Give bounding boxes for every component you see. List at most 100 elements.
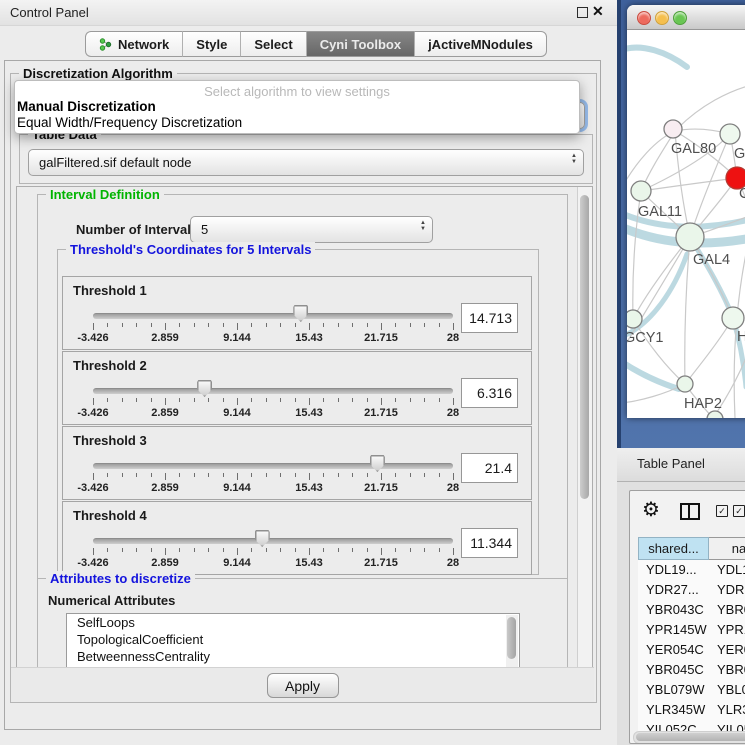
- network-edge[interactable]: [675, 82, 745, 131]
- tick-label: 9.144: [223, 332, 251, 344]
- control-panel-titlebar: Control Panel: [0, 0, 617, 26]
- attribute-item[interactable]: SelfLoops: [67, 614, 519, 631]
- tick-mark: [266, 548, 267, 552]
- table-horizontal-scrollbar[interactable]: [633, 731, 745, 744]
- apply-button[interactable]: Apply: [267, 673, 339, 698]
- network-edge[interactable]: [627, 361, 679, 389]
- num-intervals-combobox[interactable]: 5: [190, 216, 433, 243]
- network-canvas[interactable]: GAL80GACGAL11GAL4GCY1HHAP2: [627, 30, 745, 418]
- table-data-combobox[interactable]: galFiltered.sif default node: [28, 149, 584, 176]
- tab-network[interactable]: Network: [85, 31, 183, 57]
- table-row[interactable]: YBR043CYBR043C: [638, 600, 745, 620]
- numerical-attributes-list[interactable]: SelfLoopsTopologicalCoefficientBetweenne…: [66, 613, 520, 670]
- list-scrollbar-thumb[interactable]: [507, 617, 516, 659]
- attribute-item[interactable]: BetweennessCentrality: [67, 648, 519, 665]
- table-row[interactable]: YDL19...YDL19...: [638, 560, 745, 580]
- tick-mark: [410, 473, 411, 477]
- checkbox-icon[interactable]: [716, 505, 728, 517]
- tick-mark: [165, 398, 166, 405]
- table-horizontal-scrollbar-thumb[interactable]: [636, 733, 745, 741]
- close-traffic-light-icon[interactable]: [637, 11, 651, 25]
- tick-mark: [165, 473, 166, 480]
- cell-name: YBR045C: [709, 660, 745, 680]
- tick-mark: [439, 548, 440, 552]
- threshold-value-field[interactable]: 21.4: [461, 453, 518, 483]
- network-node[interactable]: [707, 411, 723, 418]
- threshold-slider-track[interactable]: [93, 388, 453, 394]
- algorithm-option[interactable]: Manual Discretization: [15, 99, 579, 115]
- threshold-slider-track[interactable]: [93, 538, 453, 544]
- tab-jactivemnodules[interactable]: jActiveMNodules: [415, 31, 547, 57]
- network-edge[interactable]: [627, 131, 675, 182]
- gear-icon[interactable]: [642, 497, 660, 522]
- network-node-hap2[interactable]: [677, 376, 693, 392]
- threshold-value-field[interactable]: 14.713: [461, 303, 518, 333]
- table-row[interactable]: YER054CYER054C: [638, 640, 745, 660]
- thresholds-group-label: Threshold's Coordinates for 5 Intervals: [66, 242, 315, 257]
- tick-mark: [309, 398, 310, 405]
- tick-mark: [208, 323, 209, 327]
- tab-select[interactable]: Select: [241, 31, 306, 57]
- node-label: C: [739, 186, 745, 202]
- columns-icon[interactable]: [680, 503, 700, 520]
- tick-mark: [280, 398, 281, 402]
- tick-mark: [208, 473, 209, 477]
- cell-name: YER054C: [709, 640, 745, 660]
- threshold-slider-thumb[interactable]: [370, 455, 385, 472]
- network-window[interactable]: GAL80GACGAL11GAL4GCY1HHAP2: [627, 5, 745, 418]
- attribute-item[interactable]: TopologicalCoefficient: [67, 631, 519, 648]
- cell-shared-name: YBR045C: [638, 660, 709, 680]
- column-header-name[interactable]: name: [709, 537, 745, 560]
- table-row[interactable]: YBR045CYBR045C: [638, 660, 745, 680]
- table-row[interactable]: YPR145WYPR145W: [638, 620, 745, 640]
- threshold-label: Threshold 2: [73, 358, 147, 373]
- network-edge[interactable]: [685, 318, 733, 384]
- table-row[interactable]: YDR27...YDR27...: [638, 580, 745, 600]
- table-data-group: Table Data galFiltered.sif default node: [19, 134, 593, 184]
- tab-style[interactable]: Style: [183, 31, 241, 57]
- node-label: GAL11: [638, 204, 682, 220]
- checkbox-icon[interactable]: [733, 505, 745, 517]
- threshold-value-field[interactable]: 6.316: [461, 378, 518, 408]
- algorithm-option[interactable]: Equal Width/Frequency Discretization: [15, 115, 579, 131]
- float-window-icon[interactable]: [577, 7, 588, 18]
- threshold-slider-track[interactable]: [93, 463, 453, 469]
- threshold-value-field[interactable]: 11.344: [461, 528, 518, 558]
- table-toolbar: [630, 495, 745, 529]
- tick-mark: [179, 323, 180, 327]
- tick-mark: [453, 473, 454, 480]
- threshold-slider-thumb[interactable]: [293, 305, 308, 322]
- table-row[interactable]: YBL079WYBL079W: [638, 680, 745, 700]
- threshold-slider-thumb[interactable]: [255, 530, 270, 547]
- network-node-gal80[interactable]: [664, 120, 682, 138]
- tick-label: 9.144: [223, 557, 251, 569]
- tick-label: 9.144: [223, 482, 251, 494]
- tick-label: 2.859: [151, 332, 179, 344]
- settings-scrollbar-thumb[interactable]: [580, 195, 589, 499]
- network-node-gal4[interactable]: [676, 223, 704, 251]
- network-node-gal11[interactable]: [631, 181, 651, 201]
- network-window-titlebar[interactable]: [627, 5, 745, 30]
- column-header-shared-name[interactable]: shared...: [638, 537, 709, 560]
- tick-label: 15.43: [295, 332, 323, 344]
- close-icon[interactable]: [592, 3, 606, 19]
- network-edge[interactable]: [627, 48, 687, 67]
- network-node-ga[interactable]: [720, 124, 740, 144]
- threshold-slider-thumb[interactable]: [197, 380, 212, 397]
- table-row[interactable]: YLR345WYLR345W: [638, 700, 745, 720]
- settings-scrollbar[interactable]: [577, 187, 592, 669]
- tick-mark: [208, 548, 209, 552]
- node-label: HAP2: [684, 396, 722, 412]
- tab-cyni-toolbox[interactable]: Cyni Toolbox: [307, 31, 415, 57]
- network-node-gcy1[interactable]: [627, 310, 642, 328]
- attributes-group: Attributes to discretize Numerical Attri…: [37, 578, 568, 670]
- tick-mark: [338, 398, 339, 402]
- network-node-h[interactable]: [722, 307, 744, 329]
- algorithm-dropdown-popup: Select algorithm to view settings Manual…: [14, 80, 580, 134]
- tick-mark: [179, 473, 180, 477]
- zoom-traffic-light-icon[interactable]: [673, 11, 687, 25]
- list-scrollbar[interactable]: [506, 615, 518, 670]
- minimize-traffic-light-icon[interactable]: [655, 11, 669, 25]
- threshold-slider-track[interactable]: [93, 313, 453, 319]
- cell-shared-name: YBL079W: [638, 680, 709, 700]
